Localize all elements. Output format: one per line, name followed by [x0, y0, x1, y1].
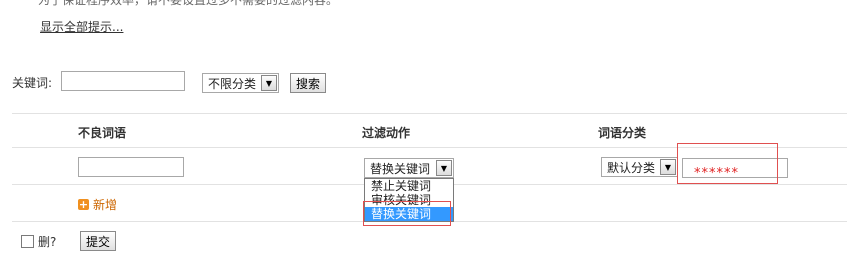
keyword-label: 关键词:: [12, 76, 53, 90]
chevron-down-icon[interactable]: ▼: [261, 75, 277, 91]
bad-word-input[interactable]: [78, 157, 184, 177]
highlight-box-replacement: [677, 143, 778, 184]
header-word-category: 词语分类: [598, 126, 647, 140]
filter-action-select[interactable]: 替换关键词 ▼: [364, 158, 454, 178]
delete-label: 删?: [38, 235, 57, 249]
word-category-select[interactable]: 默认分类 ▼: [601, 157, 678, 177]
highlight-box-option: [363, 201, 451, 226]
table-top-divider: [12, 113, 847, 114]
plus-square-icon: +: [78, 198, 89, 211]
header-bad-word: 不良词语: [78, 126, 127, 140]
delete-checkbox[interactable]: [21, 235, 34, 248]
add-row-button[interactable]: + 新增: [78, 196, 117, 213]
add-row-label: 新增: [93, 198, 118, 212]
word-category-value: 默认分类: [607, 160, 656, 175]
search-button[interactable]: 搜索: [290, 73, 327, 93]
submit-button[interactable]: 提交: [80, 231, 117, 251]
category-filter-select[interactable]: 不限分类 ▼: [202, 73, 279, 93]
chevron-down-icon[interactable]: ▼: [436, 160, 452, 176]
tips-text: 为了保证程序效率，请不要设置过多不需要的过滤内容。: [38, 0, 339, 7]
header-filter-action: 过滤动作: [362, 126, 411, 140]
delete-control: 删?: [21, 233, 56, 250]
keyword-input[interactable]: [61, 71, 185, 91]
chevron-down-icon[interactable]: ▼: [660, 159, 676, 175]
category-filter-value: 不限分类: [208, 76, 257, 91]
filter-action-value: 替换关键词: [370, 161, 431, 176]
option-forbid[interactable]: 禁止关键词: [365, 179, 453, 193]
show-all-tips-link[interactable]: 显示全部提示...: [40, 18, 123, 35]
